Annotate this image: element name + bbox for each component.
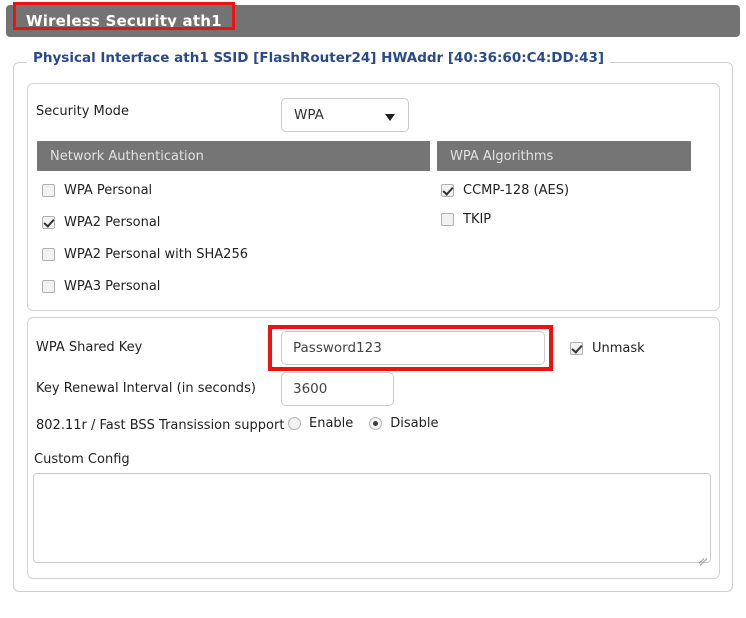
checkbox-icon[interactable] bbox=[570, 342, 583, 355]
checkbox-label: WPA2 Personal with SHA256 bbox=[64, 247, 248, 262]
key-renewal-interval-input[interactable]: 3600 bbox=[281, 372, 394, 406]
radio-icon-disable[interactable] bbox=[369, 417, 383, 430]
wpa-algorithms-header-label: WPA Algorithms bbox=[450, 148, 554, 164]
checkbox-icon[interactable] bbox=[42, 280, 55, 293]
checkbox-wpa-personal[interactable]: WPA Personal bbox=[42, 183, 152, 198]
checkbox-icon[interactable] bbox=[441, 184, 454, 197]
radio-group-fast-bss[interactable]: Enable Disable bbox=[288, 416, 455, 431]
checkbox-label: TKIP bbox=[463, 212, 492, 227]
physical-interface-legend: Physical Interface ath1 SSID [FlashRoute… bbox=[27, 50, 611, 66]
checkbox-label: CCMP-128 (AES) bbox=[463, 183, 570, 198]
checkbox-label: WPA3 Personal bbox=[64, 279, 161, 294]
page-title: Wireless Security ath1 bbox=[26, 12, 222, 30]
security-mode-label: Security Mode bbox=[36, 104, 129, 119]
fast-bss-label: 802.11r / Fast BSS Transission support bbox=[36, 418, 285, 433]
security-mode-value: WPA bbox=[294, 107, 324, 123]
page-header-bar: Wireless Security ath1 bbox=[6, 5, 740, 37]
wpa-algorithms-header: WPA Algorithms bbox=[437, 141, 691, 171]
wireless-security-page: Wireless Security ath1 Physical Interfac… bbox=[0, 0, 746, 618]
custom-config-textarea[interactable] bbox=[33, 473, 711, 566]
checkbox-icon[interactable] bbox=[42, 184, 55, 197]
radio-icon-enable[interactable] bbox=[288, 417, 301, 430]
key-renewal-interval-label: Key Renewal Interval (in seconds) bbox=[36, 381, 256, 396]
checkbox-label: Unmask bbox=[592, 341, 645, 356]
checkbox-wpa3-personal[interactable]: WPA3 Personal bbox=[42, 279, 160, 294]
chevron-down-icon bbox=[385, 114, 395, 121]
radio-label-disable: Disable bbox=[390, 416, 439, 431]
checkbox-label: WPA Personal bbox=[64, 183, 153, 198]
custom-config-label: Custom Config bbox=[34, 452, 130, 467]
checkbox-icon[interactable] bbox=[42, 216, 55, 229]
checkbox-wpa2-personal[interactable]: WPA2 Personal bbox=[42, 215, 160, 230]
checkbox-unmask[interactable]: Unmask bbox=[570, 341, 645, 356]
checkbox-label: WPA2 Personal bbox=[64, 215, 161, 230]
checkbox-wpa2-personal-sha256[interactable]: WPA2 Personal with SHA256 bbox=[42, 247, 248, 262]
checkbox-tkip[interactable]: TKIP bbox=[441, 212, 491, 227]
resize-handle-icon[interactable] bbox=[696, 548, 708, 566]
network-authentication-header: Network Authentication bbox=[37, 141, 430, 171]
checkbox-icon[interactable] bbox=[42, 248, 55, 261]
radio-label-enable: Enable bbox=[309, 416, 354, 431]
wpa-shared-key-input[interactable]: Password123 bbox=[281, 331, 545, 365]
checkbox-icon[interactable] bbox=[441, 213, 454, 226]
network-authentication-header-label: Network Authentication bbox=[50, 148, 204, 164]
wpa-shared-key-label: WPA Shared Key bbox=[36, 340, 143, 355]
checkbox-ccmp-128-aes[interactable]: CCMP-128 (AES) bbox=[441, 183, 569, 198]
security-mode-select[interactable]: WPA bbox=[281, 98, 409, 132]
